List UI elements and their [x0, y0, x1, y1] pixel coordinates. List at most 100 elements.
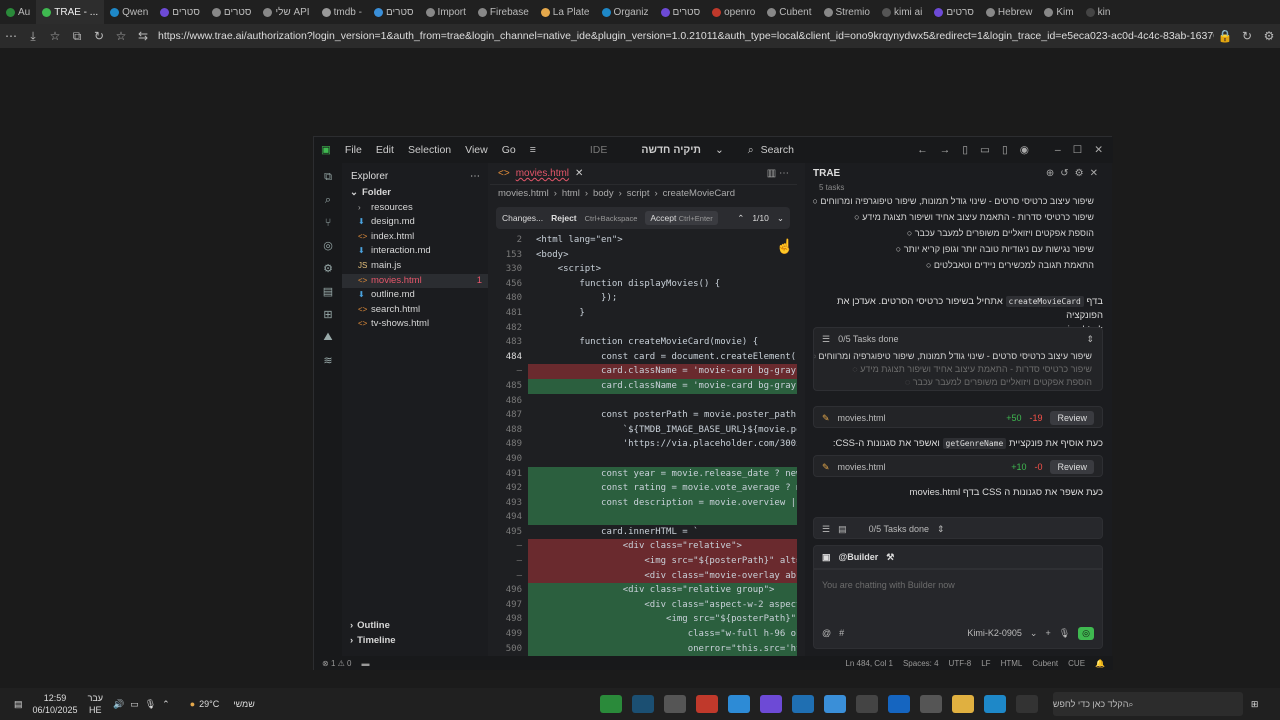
weather-temp[interactable]: 29°C [195, 699, 219, 709]
tab-movies-html[interactable]: movies.html [516, 168, 569, 179]
browser-tab[interactable]: kimi ai [876, 0, 928, 24]
reject-button[interactable]: Reject [551, 213, 577, 223]
file-tree-item[interactable]: <> search.html [342, 303, 488, 318]
taskbar-search[interactable]: ⌕ הקלד כאן כדי לחפש [1052, 692, 1243, 716]
search-box[interactable]: Search [761, 144, 794, 156]
browser-tab[interactable]: La Plate [535, 0, 596, 24]
breadcrumb-item[interactable]: html [562, 188, 580, 199]
chat-input[interactable]: You are chatting with Builder now [814, 570, 1102, 622]
stack-icon[interactable]: ≋ [323, 354, 332, 367]
settings-icon[interactable]: ⚙ [1258, 29, 1280, 43]
language-indicator[interactable]: עבר HE [78, 692, 103, 716]
code-line[interactable]: 330 <script> [490, 262, 797, 277]
deploy-icon[interactable]: ⛰ [323, 331, 332, 344]
layout-left-icon[interactable]: ▯ [962, 144, 968, 156]
reload-icon[interactable]: ↻ [1236, 29, 1258, 43]
changes-button[interactable]: Changes... [502, 213, 543, 223]
browser-tab[interactable]: שלי API [257, 0, 315, 24]
browser-tab[interactable]: סטרים [206, 0, 258, 24]
file-tree-item[interactable]: ⬇ design.md [342, 215, 488, 230]
favorites-icon[interactable]: ☆ [44, 29, 66, 43]
search-icon[interactable]: ⌕ [325, 194, 331, 207]
status-cue[interactable]: CUE [1068, 659, 1085, 668]
code-line[interactable]: 483 function createMovieCard(movie) { [490, 335, 797, 350]
browser-tab[interactable]: kin [1080, 0, 1117, 24]
menu-view[interactable]: View [458, 144, 495, 156]
file2-name[interactable]: movies.html [838, 462, 886, 472]
hash-icon[interactable]: # [839, 628, 844, 638]
edge-icon[interactable] [983, 695, 1006, 713]
code-line[interactable]: – <div class="relative"> [490, 539, 797, 555]
language-mode[interactable]: HTML [1001, 659, 1023, 668]
file-tree-item[interactable]: ⬇ outline.md [342, 288, 488, 303]
status-cubent[interactable]: Cubent [1032, 659, 1058, 668]
star-icon[interactable]: ☆ [110, 29, 132, 43]
mail-icon[interactable] [791, 695, 814, 713]
problems-indicator[interactable]: ⊗ 1 ⚠ 0 [322, 659, 351, 668]
close-icon[interactable]: ✕ [1090, 168, 1104, 179]
vscode-icon[interactable] [823, 695, 846, 713]
settings-icon[interactable]: ⚙ [1075, 168, 1090, 179]
code-line[interactable]: 493 const description = movie.overview |… [490, 495, 797, 511]
code-line[interactable]: 489 'https://via.placeholder.com/300x4 [490, 437, 797, 452]
history-icon[interactable]: ↺ [1060, 168, 1074, 179]
site-info-icon[interactable]: ⇆ [132, 29, 154, 43]
file-tree-item[interactable]: ⬇ interaction.md [342, 244, 488, 259]
bell-icon[interactable]: 🔔 [1095, 659, 1105, 668]
preview-icon[interactable]: ◎ [323, 239, 333, 252]
browser-tab[interactable]: Firebase [472, 0, 535, 24]
browser-tab[interactable]: Organiz [596, 0, 655, 24]
debug-icon[interactable]: ⚙ [323, 262, 333, 275]
browser-tab[interactable]: Au [0, 0, 36, 24]
accept-button[interactable]: Accept Ctrl+Enter [645, 211, 718, 225]
browser-tab[interactable]: Import [420, 0, 472, 24]
browser-tab[interactable]: Hebrew [980, 0, 1038, 24]
extensions-icon[interactable]: ⊞ [323, 308, 332, 321]
maximize-icon[interactable]: ☐ [1073, 144, 1082, 156]
progress-header[interactable]: ☰ 0/5 Tasks done ⇕ [814, 328, 1102, 350]
chevron-down-icon[interactable]: ⌄ [708, 144, 731, 156]
chatgpt-icon[interactable] [663, 695, 686, 713]
weather-text[interactable]: שמשי [219, 699, 255, 709]
code-line[interactable]: 2 <html lang="en"> [490, 233, 797, 248]
back-arrow-icon[interactable]: ← [917, 144, 928, 156]
layout-right-icon[interactable]: ▯ [1002, 144, 1008, 156]
keyboard-icon[interactable]: ▬ [361, 659, 369, 668]
file-tree-item[interactable]: <> tv-shows.html [342, 317, 488, 332]
file-tree-item[interactable]: JS main.js [342, 259, 488, 274]
more-icon[interactable]: ⋯ [470, 171, 480, 182]
agent-settings-icon[interactable]: ⚒ [886, 552, 894, 563]
menu-edit[interactable]: Edit [369, 144, 401, 156]
account-icon[interactable]: ◉ [1020, 144, 1029, 156]
steam-icon[interactable] [631, 695, 654, 713]
terminal-icon[interactable]: ▤ [323, 285, 333, 298]
menu-go[interactable]: Go [495, 144, 523, 156]
split-editor-icon[interactable]: ▥ ⋯ [767, 168, 797, 179]
trae-app-icon[interactable] [599, 695, 622, 713]
chevron-down-icon[interactable]: ⌄ [1030, 628, 1038, 639]
notifications-icon[interactable]: ▤ [0, 699, 23, 710]
windows-start-icon[interactable]: ⊞ [1251, 699, 1259, 710]
code-line[interactable]: 500 onerror="this.src='htt [490, 641, 797, 656]
cursor-position[interactable]: Ln 484, Col 1 [845, 659, 893, 668]
eol[interactable]: LF [981, 659, 990, 668]
file-tree-item[interactable]: › resources [342, 201, 488, 216]
browser-tab[interactable]: סטרים [154, 0, 206, 24]
breadcrumb-item[interactable]: script [627, 188, 650, 199]
review-button-2[interactable]: Review [1050, 460, 1094, 474]
expand-icon[interactable]: ⇕ [1086, 334, 1094, 345]
send-icon[interactable]: ◎ [1078, 626, 1094, 640]
add-icon[interactable]: + [1045, 628, 1050, 638]
calculator-icon[interactable] [695, 695, 718, 713]
code-line[interactable]: 486 [490, 394, 797, 409]
chevron-up-icon[interactable]: ⌃ [737, 213, 744, 224]
code-line[interactable]: 495 card.innerHTML = ` [490, 525, 797, 540]
close-icon[interactable]: ✕ [1094, 144, 1103, 156]
folder-root[interactable]: ⌄ Folder [342, 186, 488, 201]
review-button-1[interactable]: Review [1050, 411, 1094, 425]
browser-tab[interactable]: tmdb - [316, 0, 368, 24]
close-tab-icon[interactable]: ✕ [575, 168, 583, 179]
menu-selection[interactable]: Selection [401, 144, 458, 156]
browser-tab[interactable]: סטרים [655, 0, 707, 24]
indentation[interactable]: Spaces: 4 [903, 659, 939, 668]
